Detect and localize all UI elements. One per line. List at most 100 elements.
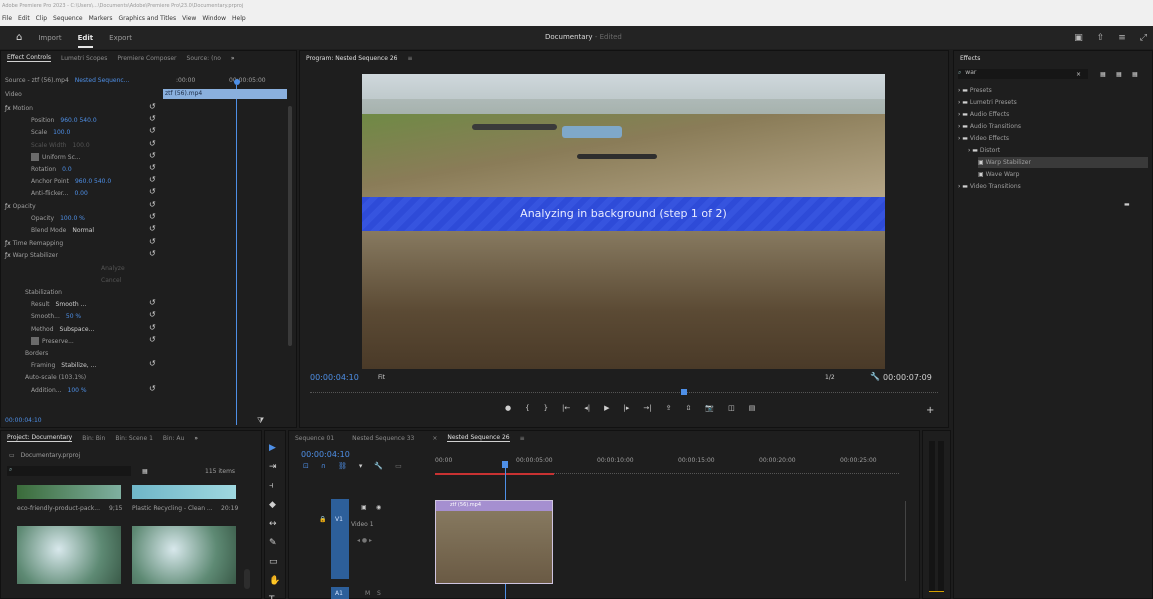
- type-icon[interactable]: T: [269, 595, 280, 599]
- resolution-select[interactable]: 1/2: [825, 372, 835, 383]
- ec-row-value[interactable]: Smooth ...: [56, 301, 87, 308]
- bin-filter-icon[interactable]: ▦: [142, 466, 148, 477]
- reset-icon[interactable]: ↺: [149, 237, 156, 246]
- program-playhead[interactable]: [681, 389, 687, 395]
- rectangle-icon[interactable]: ▭: [269, 557, 280, 567]
- track-select-icon[interactable]: ⇥: [269, 462, 280, 472]
- ec-row-value[interactable]: Stabilize, ...: [61, 362, 96, 369]
- multicam-icon[interactable]: ▤: [749, 404, 756, 412]
- timeline-clip[interactable]: ztf (56).mp4: [435, 500, 553, 584]
- tab-nested-26[interactable]: Nested Sequence 26: [447, 434, 510, 442]
- ec-row-value[interactable]: 50 %: [66, 313, 81, 320]
- clip-thumbnail-3[interactable]: [17, 526, 121, 584]
- menu-help[interactable]: Help: [232, 13, 246, 25]
- program-menu-icon[interactable]: ≡: [407, 55, 412, 62]
- effects-tree-item[interactable]: › ▬ Video Transitions: [958, 181, 1148, 192]
- linked-select-icon[interactable]: ⛓: [338, 462, 347, 470]
- tab-sequence-01[interactable]: Sequence 01: [295, 435, 334, 442]
- reset-icon[interactable]: ↺: [149, 139, 156, 148]
- menu-window[interactable]: Window: [202, 13, 226, 25]
- ec-row-uniform-sc[interactable]: Uniform Sc...: [31, 152, 81, 163]
- add-button-icon[interactable]: +: [926, 405, 934, 416]
- ec-row-value[interactable]: 100.0: [72, 142, 89, 149]
- effects-tree-item[interactable]: › ▬ Video Effects: [958, 133, 1148, 144]
- tab-project[interactable]: Project: Documentary: [7, 434, 73, 442]
- sequence-select[interactable]: Nested Sequenc...: [75, 77, 130, 84]
- effects-tree-item[interactable]: › ▬ Audio Transitions: [958, 121, 1148, 132]
- project-search[interactable]: ⌕: [7, 466, 131, 476]
- effects-tree-item[interactable]: ▣ Wave Warp: [978, 169, 1148, 180]
- filter-icon[interactable]: ⧩: [257, 415, 264, 426]
- clip-thumbnail-1[interactable]: [17, 485, 121, 499]
- tab-bin[interactable]: Bin: Bin: [82, 435, 105, 442]
- reset-icon[interactable]: ↺: [149, 323, 156, 332]
- reset-icon[interactable]: ↺: [149, 163, 156, 172]
- razor-icon[interactable]: ◆: [269, 500, 280, 510]
- ec-row-cancel[interactable]: Cancel: [101, 275, 121, 286]
- tab-bin-au[interactable]: Bin: Au: [163, 435, 184, 442]
- checkbox[interactable]: [31, 337, 39, 346]
- checkbox[interactable]: [31, 153, 39, 162]
- tab-lumetri-scopes[interactable]: Lumetri Scopes: [61, 55, 107, 62]
- fit-select[interactable]: Fit: [378, 372, 385, 383]
- pen-icon[interactable]: ✎: [269, 538, 280, 548]
- nav-export[interactable]: Export: [109, 34, 132, 42]
- menu-file[interactable]: File: [2, 13, 12, 25]
- go-to-in-icon[interactable]: |←: [562, 404, 570, 412]
- fx-icon[interactable]: ƒx: [5, 105, 13, 112]
- hand-icon[interactable]: ✋: [269, 576, 280, 586]
- marker-icon[interactable]: ●: [505, 404, 511, 412]
- reset-icon[interactable]: ↺: [149, 114, 156, 123]
- effects-tree-item[interactable]: ▣ Warp Stabilizer: [978, 157, 1148, 168]
- timeline-menu-icon[interactable]: ≡: [520, 435, 525, 442]
- reset-icon[interactable]: ↺: [149, 359, 156, 368]
- track-header-v1[interactable]: [331, 499, 349, 579]
- overflow-icon[interactable]: »: [194, 435, 198, 442]
- timeline-vscroll[interactable]: [905, 501, 911, 581]
- tab-bin-scene1[interactable]: Bin: Scene 1: [115, 435, 153, 442]
- fx-icon[interactable]: ƒx: [5, 252, 13, 259]
- playhead-marker[interactable]: [234, 79, 240, 85]
- settings-icon[interactable]: 🔧: [374, 462, 383, 470]
- effects-search[interactable]: ⌕ war: [958, 69, 1088, 79]
- menu-view[interactable]: View: [182, 13, 196, 25]
- lift-icon[interactable]: ⇪: [666, 404, 672, 412]
- effects-tree-item[interactable]: › ▬ Presets: [958, 85, 1148, 96]
- reset-icon[interactable]: ↺: [149, 298, 156, 307]
- nav-import[interactable]: Import: [38, 34, 61, 42]
- menu-edit[interactable]: Edit: [18, 13, 30, 25]
- menu-markers[interactable]: Markers: [89, 13, 113, 25]
- reset-icon[interactable]: ↺: [149, 151, 156, 160]
- clip-thumbnail-4[interactable]: [132, 526, 236, 584]
- reset-icon[interactable]: ↺: [149, 200, 156, 209]
- reset-icon[interactable]: ↺: [149, 102, 156, 111]
- clear-search-icon[interactable]: ×: [1076, 69, 1081, 80]
- program-tab[interactable]: Program: Nested Sequence 26: [306, 55, 397, 62]
- menu-sequence[interactable]: Sequence: [53, 13, 83, 25]
- ec-row-value[interactable]: Subspace...: [60, 326, 95, 333]
- menu-icon[interactable]: ≡: [1118, 33, 1126, 43]
- reset-icon[interactable]: ↺: [149, 224, 156, 233]
- ripple-edit-icon[interactable]: ⫞: [269, 481, 280, 491]
- program-ruler[interactable]: [310, 392, 938, 402]
- step-back-icon[interactable]: ◂|: [584, 404, 590, 412]
- mark-in-icon[interactable]: {: [525, 404, 529, 412]
- slip-icon[interactable]: ↔: [269, 519, 280, 529]
- overflow-icon[interactable]: »: [231, 55, 235, 62]
- go-to-out-icon[interactable]: →|: [643, 404, 651, 412]
- tab-premiere-composer[interactable]: Premiere Composer: [117, 55, 176, 62]
- export-frame-icon[interactable]: 📷: [705, 404, 714, 412]
- ec-row-preserve[interactable]: Preserve...: [31, 336, 74, 347]
- solo-icon[interactable]: S: [377, 588, 381, 599]
- mute-icon[interactable]: M: [365, 588, 370, 599]
- add-marker-icon[interactable]: ▾: [359, 462, 363, 470]
- effects-tree-item[interactable]: › ▬ Lumetri Presets: [958, 97, 1148, 108]
- fx-icon[interactable]: ƒx: [5, 203, 13, 210]
- project-scrollbar[interactable]: [244, 569, 250, 589]
- ec-row-value[interactable]: Normal: [72, 227, 94, 234]
- ec-row-value[interactable]: 960.0 540.0: [60, 117, 96, 124]
- yuv-filter-icon[interactable]: ▦: [1132, 69, 1138, 80]
- ec-row-blend-mode[interactable]: Blend Mode Normal: [31, 225, 94, 236]
- selection-tool-icon[interactable]: ▶: [269, 443, 280, 453]
- lock-icon-v1[interactable]: 🔒: [319, 514, 326, 525]
